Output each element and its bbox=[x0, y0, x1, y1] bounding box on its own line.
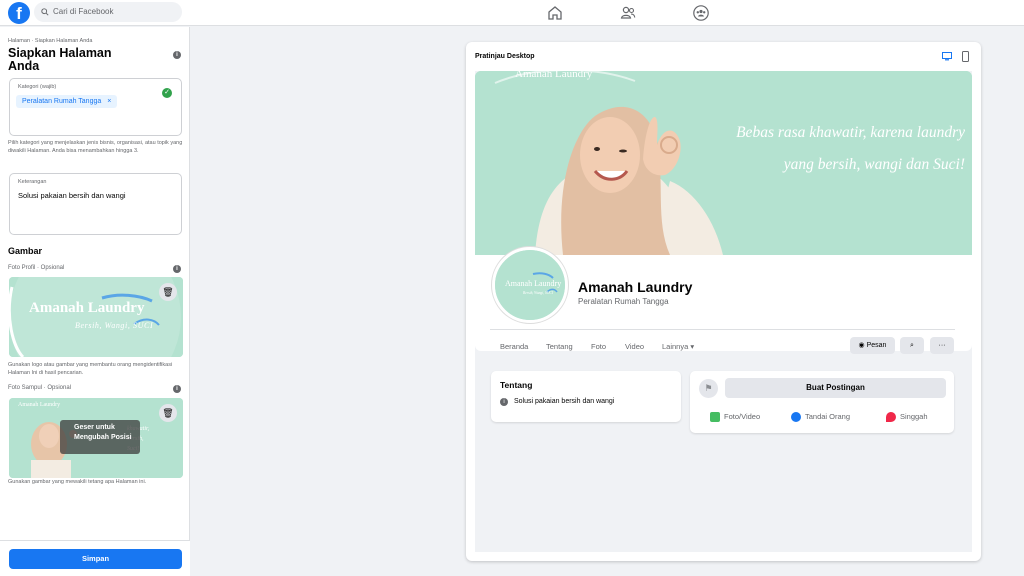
category-chip[interactable]: Peralatan Rumah Tangga × bbox=[16, 95, 118, 108]
message-button[interactable]: ◉ Pesan bbox=[850, 337, 895, 354]
cover-photo-label: Foto Sampul · Opsional bbox=[8, 385, 72, 391]
svg-text:Amanah Laundry: Amanah Laundry bbox=[505, 279, 561, 288]
category-label: Kategori (wajib) bbox=[18, 84, 57, 90]
search-input[interactable]: Cari di Facebook bbox=[34, 2, 182, 22]
page-preview: Amanah Laundry Bebas rasa khawatir, kare… bbox=[475, 71, 972, 552]
images-heading: Gambar bbox=[8, 246, 43, 256]
flag-icon: ⚑ bbox=[699, 379, 718, 398]
photo-icon bbox=[710, 412, 720, 423]
tab-beranda[interactable]: Beranda bbox=[500, 342, 528, 351]
about-title: Tentang bbox=[500, 380, 533, 390]
category-help: Pilih kategori yang menjelaskan jenis bi… bbox=[8, 140, 183, 154]
photo-video-label: Foto/Video bbox=[724, 412, 761, 421]
header-divider bbox=[490, 329, 955, 330]
cover-logo: Amanah Laundry bbox=[515, 71, 593, 80]
drag-hint-text: Geser untuk Mengubah Posisi bbox=[74, 424, 132, 441]
trash-icon: 🗑 bbox=[162, 287, 174, 297]
profile-photo-image bbox=[9, 277, 183, 357]
save-bar: Simpan bbox=[0, 540, 190, 576]
category-field[interactable]: Kategori (wajib) Peralatan Rumah Tangga … bbox=[9, 78, 182, 136]
profile-avatar: Amanah Laundry Bersih, Wangi, SUCI bbox=[492, 247, 568, 323]
cover-photo-preview[interactable]: khawatir, bersih, Suci! Amanah Laundry G… bbox=[9, 398, 183, 478]
create-post-card: ⚑ Buat Postingan Foto/Video Tandai Orang… bbox=[690, 371, 954, 433]
top-bar: f Cari di Facebook bbox=[0, 0, 1024, 26]
check-in-action[interactable]: Singgah bbox=[886, 412, 928, 423]
tag-people-action[interactable]: Tandai Orang bbox=[791, 412, 851, 423]
category-chip-label: Peralatan Rumah Tangga bbox=[22, 98, 102, 105]
search-icon: ⌕ bbox=[910, 342, 914, 349]
about-item: i Solusi pakaian bersih dan wangi bbox=[500, 398, 614, 406]
friends-icon[interactable] bbox=[619, 4, 637, 22]
groups-icon[interactable] bbox=[692, 4, 710, 22]
about-text: Solusi pakaian bersih dan wangi bbox=[513, 398, 615, 405]
create-post-button[interactable]: Buat Postingan bbox=[725, 378, 946, 398]
check-in-label: Singgah bbox=[900, 412, 928, 421]
facebook-logo[interactable]: f bbox=[8, 2, 30, 24]
mobile-icon[interactable] bbox=[962, 51, 969, 62]
more-options-button[interactable]: ··· bbox=[930, 337, 954, 354]
cover-logo: Amanah Laundry bbox=[18, 402, 61, 408]
desktop-icon[interactable] bbox=[942, 52, 952, 61]
chip-remove-icon[interactable]: × bbox=[107, 98, 111, 105]
more-icon: ··· bbox=[938, 342, 946, 349]
preview-title: Pratinjau Desktop bbox=[475, 53, 535, 60]
setup-panel: Halaman · Siapkan Halaman Anda Siapkan H… bbox=[0, 27, 190, 576]
description-label: Keterangan bbox=[18, 179, 47, 185]
cover-tagline: Bebas rasa khawatir, karena laundry yang… bbox=[736, 124, 965, 173]
check-icon: ✓ bbox=[162, 88, 172, 98]
page-header: Amanah Laundry Bersih, Wangi, SUCI Amana… bbox=[475, 247, 972, 351]
save-button[interactable]: Simpan bbox=[9, 549, 182, 569]
tab-video[interactable]: Video bbox=[625, 342, 644, 351]
breadcrumb: Halaman · Siapkan Halaman Anda bbox=[8, 38, 93, 44]
info-icon: i bbox=[500, 398, 508, 406]
logo-tagline: Bersih, Wangi, SUCI bbox=[75, 321, 154, 330]
avatar-logo-image: Amanah Laundry Bersih, Wangi, SUCI bbox=[495, 250, 565, 320]
messenger-icon: ◉ bbox=[858, 342, 865, 349]
tab-lainnya[interactable]: Lainnya ▾ bbox=[662, 342, 694, 351]
info-icon[interactable]: i bbox=[173, 265, 181, 273]
description-value: Solusi pakaian bersih dan wangi bbox=[18, 191, 126, 200]
delete-profile-photo-button[interactable]: 🗑 bbox=[159, 283, 177, 301]
home-icon[interactable] bbox=[546, 4, 564, 22]
search-page-button[interactable]: ⌕ bbox=[900, 337, 924, 354]
tab-foto[interactable]: Foto bbox=[591, 342, 606, 351]
page-name: Amanah Laundry bbox=[578, 279, 693, 295]
tag-people-icon bbox=[791, 412, 801, 423]
message-button-label: Pesan bbox=[866, 342, 887, 349]
info-icon[interactable]: i bbox=[173, 51, 181, 59]
tab-tentang[interactable]: Tentang bbox=[546, 342, 573, 351]
cover-photo: Amanah Laundry Bebas rasa khawatir, kare… bbox=[475, 71, 972, 255]
profile-help: Gunakan logo atau gambar yang membantu o… bbox=[8, 362, 173, 376]
page-category: Peralatan Rumah Tangga bbox=[578, 297, 669, 306]
location-pin-icon bbox=[886, 412, 896, 423]
trash-icon: 🗑 bbox=[162, 408, 174, 418]
desktop-preview: Pratinjau Desktop Amanah Laundry Bebas r… bbox=[466, 42, 981, 561]
cover-help: Gunakan gambar yang mewakili tetang apa … bbox=[8, 479, 147, 485]
photo-video-action[interactable]: Foto/Video bbox=[710, 412, 761, 423]
info-icon[interactable]: i bbox=[173, 385, 181, 393]
delete-cover-photo-button[interactable]: 🗑 bbox=[159, 404, 177, 422]
search-placeholder: Cari di Facebook bbox=[53, 7, 114, 16]
page-title: Siapkan Halaman Anda bbox=[8, 46, 112, 73]
profile-photo-label: Foto Profil · Opsional bbox=[8, 265, 65, 271]
tag-people-label: Tandai Orang bbox=[805, 412, 851, 421]
about-card: Tentang i Solusi pakaian bersih dan wang… bbox=[491, 371, 681, 422]
logo-text: Amanah Laundry bbox=[29, 300, 145, 316]
description-field[interactable]: Keterangan Solusi pakaian bersih dan wan… bbox=[9, 173, 182, 235]
search-icon bbox=[41, 8, 49, 16]
drag-reposition-hint[interactable]: Geser untuk Mengubah Posisi bbox=[60, 420, 140, 454]
profile-photo-preview[interactable]: Amanah Laundry Bersih, Wangi, SUCI 🗑 bbox=[9, 277, 183, 357]
